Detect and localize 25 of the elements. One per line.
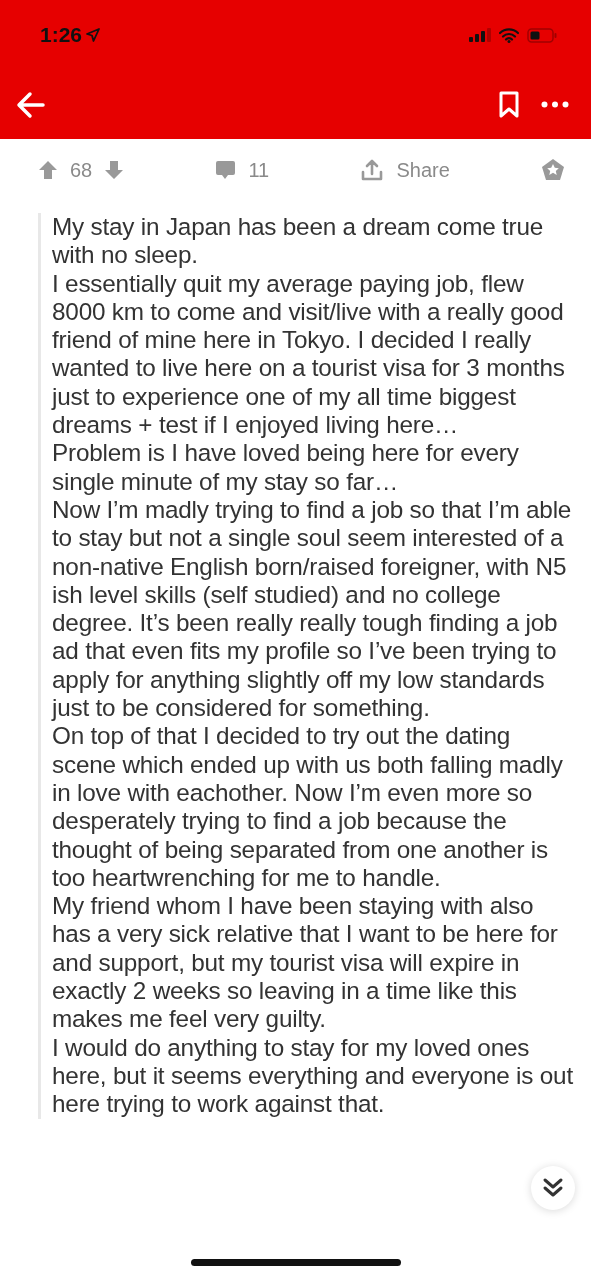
post-paragraph: On top of that I decided to try out the dating scene which ended up with us both falling madly in love with eachother. Now I’m even more so desperately trying to find a job because the thought of being separated from one another is too heartwrenching for me to handle.	[52, 722, 564, 893]
vote-count: 68	[70, 158, 93, 182]
clock-time: 1:26	[40, 23, 83, 47]
post-paragraph: Problem is I have loved being here for every single minute of my stay so far…	[52, 439, 520, 496]
comment-count: 11	[248, 158, 270, 182]
award-icon[interactable]	[541, 158, 565, 182]
more-icon[interactable]	[541, 101, 569, 108]
upvote-icon[interactable]	[38, 160, 58, 180]
back-arrow-icon[interactable]	[16, 90, 46, 119]
bookmark-icon[interactable]	[499, 91, 519, 118]
comment-icon[interactable]	[215, 160, 237, 180]
location-icon	[86, 28, 101, 42]
downvote-icon[interactable]	[104, 160, 125, 180]
post-paragraph: Now I’m madly trying to find a job so that I’m able to stay but not a single soul seem interested of a non-native English born/raised foreigner, with N5 ish level skills (self studied) and no college degree. It’s been really really tough finding a job ad that even fits my profile so I’ve been trying to apply for anything slightly off my low standards just to be considered for something.	[52, 495, 573, 723]
post-paragraph: I essentially quit my average paying job, flew 8000 km to come and visit/live with a really good friend of mine here in Tokyo. I decided I really wanted to live here on a tourist visa for 3 months just to experience one of my all time biggest dreams + test if I enjoyed living here…	[52, 269, 566, 440]
post-paragraph: My stay in Japan has been a dream come true with no sleep.	[52, 213, 545, 270]
wifi-icon	[499, 27, 519, 43]
signal-icon	[469, 28, 491, 42]
double-chevron-icon	[542, 1177, 564, 1199]
scroll-down-button[interactable]	[531, 1166, 575, 1210]
battery-icon	[527, 27, 557, 43]
share-icon	[360, 158, 385, 182]
post-paragraph: I would do anything to stay for my loved ones here, but it seems everything and everyone is out here trying to work against that.	[52, 1033, 574, 1119]
share-button[interactable]: Share	[360, 158, 450, 182]
post-paragraph: My friend whom I have been staying with also has a very sick relative that I want to be here for and support, but my tourist visa will expire in exactly 2 weeks so leaving in a time like this makes me feel very guilty.	[52, 892, 559, 1034]
